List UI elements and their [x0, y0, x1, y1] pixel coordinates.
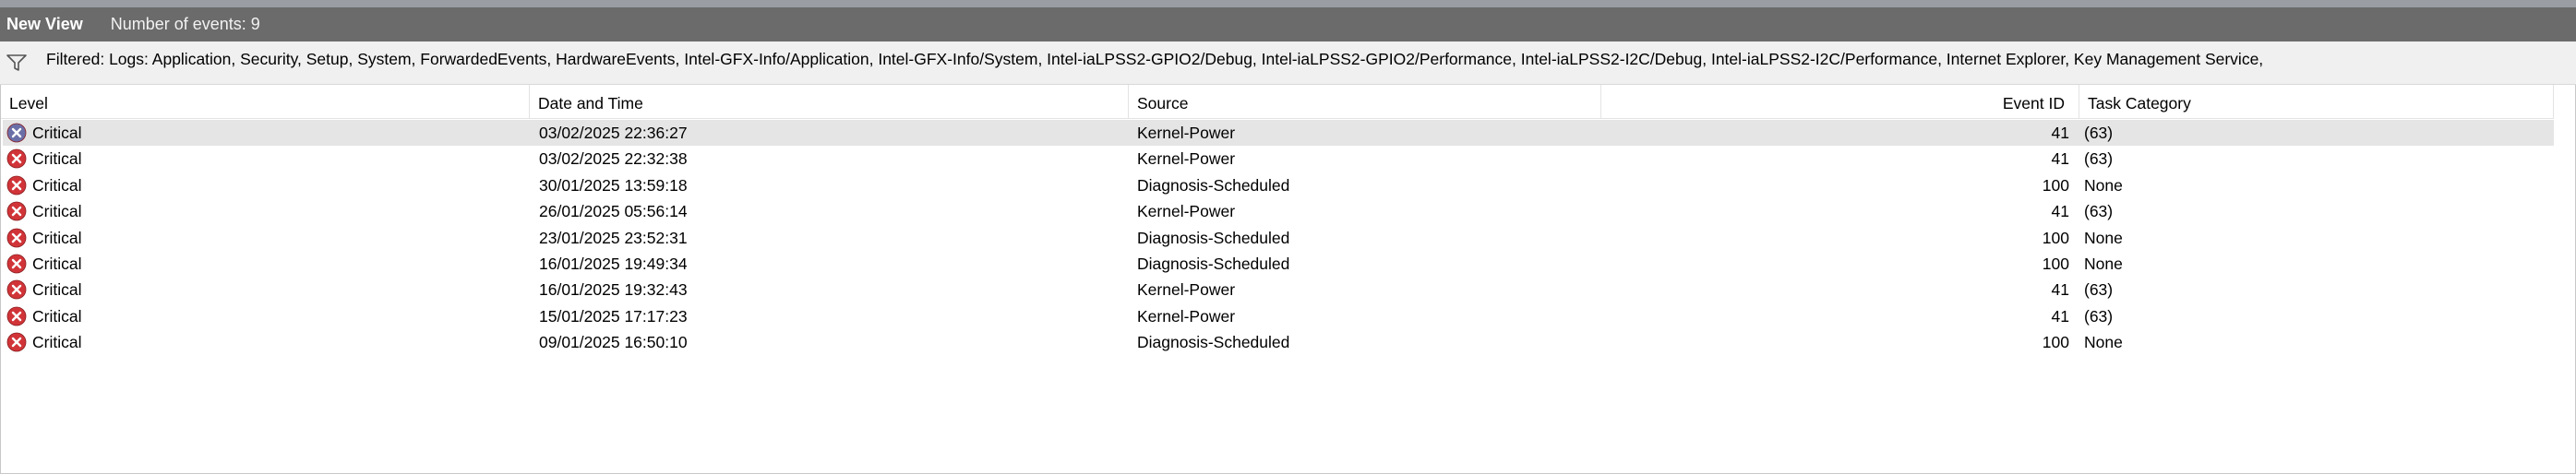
source-cell: Diagnosis-Scheduled	[1137, 255, 1290, 273]
view-title-bar: New View Number of events: 9	[0, 7, 2576, 41]
task-category-cell: (63)	[2084, 280, 2114, 300]
event-id-cell: 100	[2042, 175, 2069, 195]
event-id-cell: 100	[2042, 228, 2069, 247]
source-cell: Kernel-Power	[1137, 202, 1236, 221]
source-cell: Kernel-Power	[1137, 280, 1236, 300]
table-row[interactable]: Critical 30/01/2025 13:59:18 Diagnosis-Sch…	[3, 172, 2554, 198]
task-category-cell: None	[2084, 255, 2123, 273]
view-title: New View	[6, 15, 83, 33]
level-cell: Critical	[32, 306, 82, 326]
critical-error-icon	[6, 148, 27, 169]
table-row[interactable]: Critical 15/01/2025 17:17:23 Kernel-Power 4…	[3, 303, 2554, 329]
level-cell: Critical	[32, 228, 82, 247]
level-cell: Critical	[32, 333, 82, 352]
critical-error-icon	[6, 201, 27, 221]
task-category-cell: (63)	[2084, 124, 2114, 142]
critical-error-icon	[6, 228, 27, 247]
event-id-cell: 41	[2051, 124, 2069, 142]
level-cell: Critical	[32, 280, 82, 300]
column-header-source[interactable]: Source	[1129, 85, 1601, 118]
source-cell: Kernel-Power	[1137, 124, 1236, 142]
event-count: Number of events: 9	[110, 15, 260, 33]
task-category-cell: None	[2084, 228, 2123, 247]
date-cell: 23/01/2025 23:52:31	[539, 228, 688, 247]
level-cell: Critical	[32, 202, 82, 221]
table-row[interactable]: Critical 26/01/2025 05:56:14 Kernel-Power 4…	[3, 198, 2554, 224]
event-id-cell: 100	[2042, 255, 2069, 273]
event-id-cell: 41	[2051, 306, 2069, 326]
critical-error-icon	[6, 123, 27, 143]
events-table: Level Date and Time Source Event ID Task…	[0, 85, 2576, 474]
source-cell: Kernel-Power	[1137, 306, 1236, 326]
window-top-border	[0, 0, 2576, 7]
column-header-date[interactable]: Date and Time	[530, 85, 1129, 118]
date-cell: 16/01/2025 19:49:34	[539, 255, 688, 273]
level-cell: Critical	[32, 255, 82, 273]
table-header: Level Date and Time Source Event ID Task…	[1, 85, 2554, 119]
level-cell: Critical	[32, 124, 82, 142]
task-category-cell: (63)	[2084, 149, 2114, 169]
source-cell: Kernel-Power	[1137, 149, 1236, 169]
table-row[interactable]: Critical 09/01/2025 16:50:10 Diagnosis-Sch…	[3, 329, 2554, 355]
date-cell: 03/02/2025 22:32:38	[539, 149, 688, 169]
task-category-cell: None	[2084, 333, 2123, 352]
table-row[interactable]: Critical 23/01/2025 23:52:31 Diagnosis-Sch…	[3, 225, 2554, 251]
critical-error-icon	[6, 279, 27, 300]
level-cell: Critical	[32, 175, 82, 195]
task-category-cell: (63)	[2084, 202, 2114, 221]
column-header-level[interactable]: Level	[1, 85, 530, 118]
date-cell: 09/01/2025 16:50:10	[539, 333, 688, 352]
critical-error-icon	[6, 175, 27, 196]
column-header-event-id[interactable]: Event ID	[1601, 85, 2079, 118]
table-row[interactable]: Critical 03/02/2025 22:36:27 Kernel-Power 4…	[3, 120, 2554, 146]
critical-error-icon	[6, 254, 27, 274]
table-row[interactable]: Critical 16/01/2025 19:32:43 Kernel-Power 4…	[3, 277, 2554, 302]
level-cell: Critical	[32, 149, 82, 169]
task-category-cell: (63)	[2084, 306, 2114, 326]
table-row[interactable]: Critical 03/02/2025 22:32:38 Kernel-Power 4…	[3, 146, 2554, 172]
date-cell: 26/01/2025 05:56:14	[539, 202, 688, 221]
date-cell: 30/01/2025 13:59:18	[539, 175, 688, 195]
source-cell: Diagnosis-Scheduled	[1137, 333, 1290, 352]
event-id-cell: 41	[2051, 280, 2069, 300]
filter-description: Filtered: Logs: Application, Security, S…	[46, 50, 2264, 68]
filter-bar: Filtered: Logs: Application, Security, S…	[0, 41, 2576, 85]
source-cell: Diagnosis-Scheduled	[1137, 175, 1290, 195]
event-id-cell: 41	[2051, 149, 2069, 169]
table-row[interactable]: Critical 16/01/2025 19:49:34 Diagnosis-Sch…	[3, 251, 2554, 277]
source-cell: Diagnosis-Scheduled	[1137, 228, 1290, 247]
critical-error-icon	[6, 332, 27, 352]
funnel-icon	[6, 54, 27, 71]
date-cell: 16/01/2025 19:32:43	[539, 280, 688, 300]
critical-error-icon	[6, 306, 27, 326]
task-category-cell: None	[2084, 175, 2123, 195]
date-cell: 03/02/2025 22:36:27	[539, 124, 688, 142]
date-cell: 15/01/2025 17:17:23	[539, 306, 688, 326]
event-id-cell: 100	[2042, 333, 2069, 352]
column-header-task-category[interactable]: Task Category	[2079, 85, 2554, 118]
event-id-cell: 41	[2051, 202, 2069, 221]
